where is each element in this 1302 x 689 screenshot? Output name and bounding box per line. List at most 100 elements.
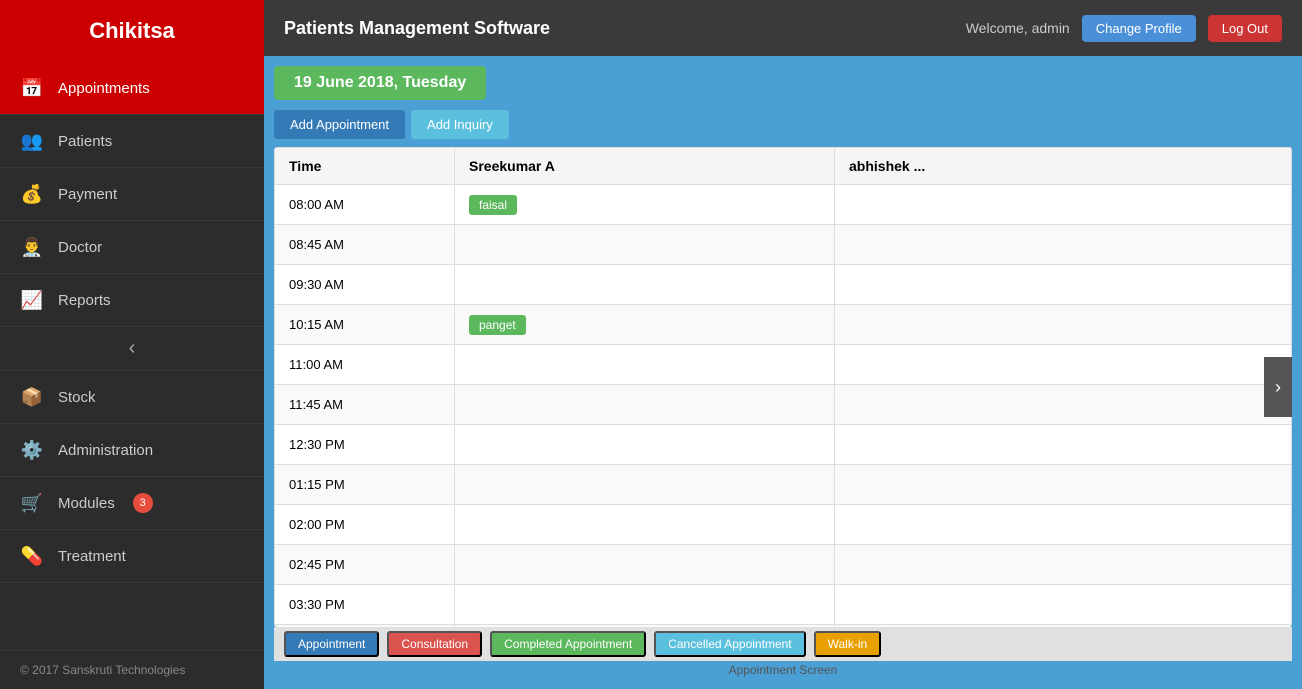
- cell-sreekumar: faisal: [455, 185, 835, 225]
- content-area: 19 June 2018, Tuesday Add Appointment Ad…: [264, 56, 1302, 689]
- app-logo: Chikitsa: [0, 0, 264, 62]
- cell-sreekumar: [455, 505, 835, 545]
- legend-consultation[interactable]: Consultation: [387, 631, 482, 657]
- cell-abhishek: [835, 585, 1292, 625]
- cell-abhishek: [835, 545, 1292, 585]
- col-abhishek: abhishek ...: [835, 148, 1292, 185]
- cell-time: 11:00 AM: [275, 345, 455, 385]
- cell-time: 02:00 PM: [275, 505, 455, 545]
- cell-time: 10:15 AM: [275, 305, 455, 345]
- table-row: 10:15 AM panget: [275, 305, 1292, 345]
- sidebar-label-reports: Reports: [58, 292, 111, 309]
- reports-icon: 📈: [20, 288, 44, 312]
- cell-sreekumar: [455, 545, 835, 585]
- appointments-icon: 📅: [20, 76, 44, 100]
- schedule-table: Time Sreekumar A abhishek ... 08:00 AMfa…: [274, 147, 1292, 627]
- sidebar-item-doctor[interactable]: 👨‍⚕️ Doctor: [0, 221, 264, 274]
- legend-appointment[interactable]: Appointment: [284, 631, 379, 657]
- schedule-table-wrapper[interactable]: Time Sreekumar A abhishek ... 08:00 AMfa…: [274, 147, 1292, 627]
- appointment-chip[interactable]: faisal: [469, 195, 517, 215]
- cell-time: 09:30 AM: [275, 265, 455, 305]
- cell-sreekumar: [455, 225, 835, 265]
- cell-time: 12:30 PM: [275, 425, 455, 465]
- app-title: Patients Management Software: [284, 18, 550, 39]
- sidebar-item-appointments[interactable]: 📅 Appointments: [0, 62, 264, 115]
- table-row: 01:15 PM: [275, 465, 1292, 505]
- administration-icon: ⚙️: [20, 438, 44, 462]
- col-sreekumar: Sreekumar A: [455, 148, 835, 185]
- sidebar-item-patients[interactable]: 👥 Patients: [0, 115, 264, 168]
- stock-icon: 📦: [20, 385, 44, 409]
- col-time: Time: [275, 148, 455, 185]
- cell-sreekumar: [455, 345, 835, 385]
- cell-time: 11:45 AM: [275, 385, 455, 425]
- table-row: 09:30 AM: [275, 265, 1292, 305]
- screen-label: Appointment Screen: [274, 661, 1292, 679]
- sidebar-item-treatment[interactable]: 💊 Treatment: [0, 530, 264, 583]
- patients-icon: 👥: [20, 129, 44, 153]
- sidebar-item-reports[interactable]: 📈 Reports: [0, 274, 264, 327]
- legend-walkin[interactable]: Walk-in: [814, 631, 882, 657]
- cell-sreekumar: [455, 425, 835, 465]
- table-row: 11:00 AM: [275, 345, 1292, 385]
- cell-time: 04:15 PM: [275, 625, 455, 628]
- date-header: 19 June 2018, Tuesday: [274, 66, 486, 100]
- sidebar-item-modules[interactable]: 🛒 Modules 3: [0, 477, 264, 530]
- sidebar-label-appointments: Appointments: [58, 80, 150, 97]
- cell-abhishek: [835, 345, 1292, 385]
- sidebar-label-patients: Patients: [58, 133, 112, 150]
- table-row: 08:45 AM: [275, 225, 1292, 265]
- add-appointment-button[interactable]: Add Appointment: [274, 110, 405, 139]
- topbar: Patients Management Software Welcome, ad…: [264, 0, 1302, 56]
- legend-cancelled-appointment[interactable]: Cancelled Appointment: [654, 631, 805, 657]
- action-buttons: Add Appointment Add Inquiry: [274, 110, 1292, 139]
- logout-button[interactable]: Log Out: [1208, 15, 1282, 42]
- sidebar-item-payment[interactable]: 💰 Payment: [0, 168, 264, 221]
- collapse-icon: ‹: [129, 337, 136, 360]
- payment-icon: 💰: [20, 182, 44, 206]
- sidebar-label-treatment: Treatment: [58, 548, 126, 565]
- calendar-container: 19 June 2018, Tuesday Add Appointment Ad…: [264, 56, 1302, 689]
- cell-abhishek: [835, 465, 1292, 505]
- appointment-chip[interactable]: panget: [469, 315, 526, 335]
- cell-sreekumar: [455, 585, 835, 625]
- cell-abhishek: [835, 305, 1292, 345]
- sidebar-label-modules: Modules: [58, 495, 115, 512]
- cell-abhishek: [835, 265, 1292, 305]
- doctor-icon: 👨‍⚕️: [20, 235, 44, 259]
- cell-abhishek: [835, 425, 1292, 465]
- cell-sreekumar: panget: [455, 305, 835, 345]
- add-inquiry-button[interactable]: Add Inquiry: [411, 110, 509, 139]
- right-nav-arrow[interactable]: ›: [1264, 357, 1292, 417]
- cell-sreekumar: [455, 265, 835, 305]
- cell-sreekumar: [455, 625, 835, 628]
- change-profile-button[interactable]: Change Profile: [1082, 15, 1196, 42]
- cell-time: 08:45 AM: [275, 225, 455, 265]
- sidebar-label-stock: Stock: [58, 389, 96, 406]
- table-row: 02:45 PM: [275, 545, 1292, 585]
- cell-sreekumar: [455, 385, 835, 425]
- sidebar-item-stock[interactable]: 📦 Stock: [0, 371, 264, 424]
- cell-abhishek: [835, 385, 1292, 425]
- modules-icon: 🛒: [20, 491, 44, 515]
- table-row: 12:30 PM: [275, 425, 1292, 465]
- main-content: Patients Management Software Welcome, ad…: [264, 0, 1302, 689]
- cell-sreekumar: [455, 465, 835, 505]
- legend-completed-appointment[interactable]: Completed Appointment: [490, 631, 646, 657]
- treatment-icon: 💊: [20, 544, 44, 568]
- table-row: 03:30 PM: [275, 585, 1292, 625]
- cell-abhishek: [835, 185, 1292, 225]
- sidebar-footer: © 2017 Sanskruti Technologies: [0, 650, 264, 689]
- cell-time: 01:15 PM: [275, 465, 455, 505]
- sidebar-collapse-btn[interactable]: ‹: [0, 327, 264, 371]
- table-row: 08:00 AMfaisal: [275, 185, 1292, 225]
- legend-row: Appointment Consultation Completed Appoi…: [274, 627, 1292, 661]
- sidebar-item-administration[interactable]: ⚙️ Administration: [0, 424, 264, 477]
- cell-abhishek: [835, 225, 1292, 265]
- table-row: 02:00 PM: [275, 505, 1292, 545]
- sidebar-label-administration: Administration: [58, 442, 153, 459]
- sidebar-label-payment: Payment: [58, 186, 117, 203]
- cell-abhishek: [835, 625, 1292, 628]
- modules-badge: 3: [133, 493, 153, 513]
- topbar-right: Welcome, admin Change Profile Log Out: [966, 15, 1282, 42]
